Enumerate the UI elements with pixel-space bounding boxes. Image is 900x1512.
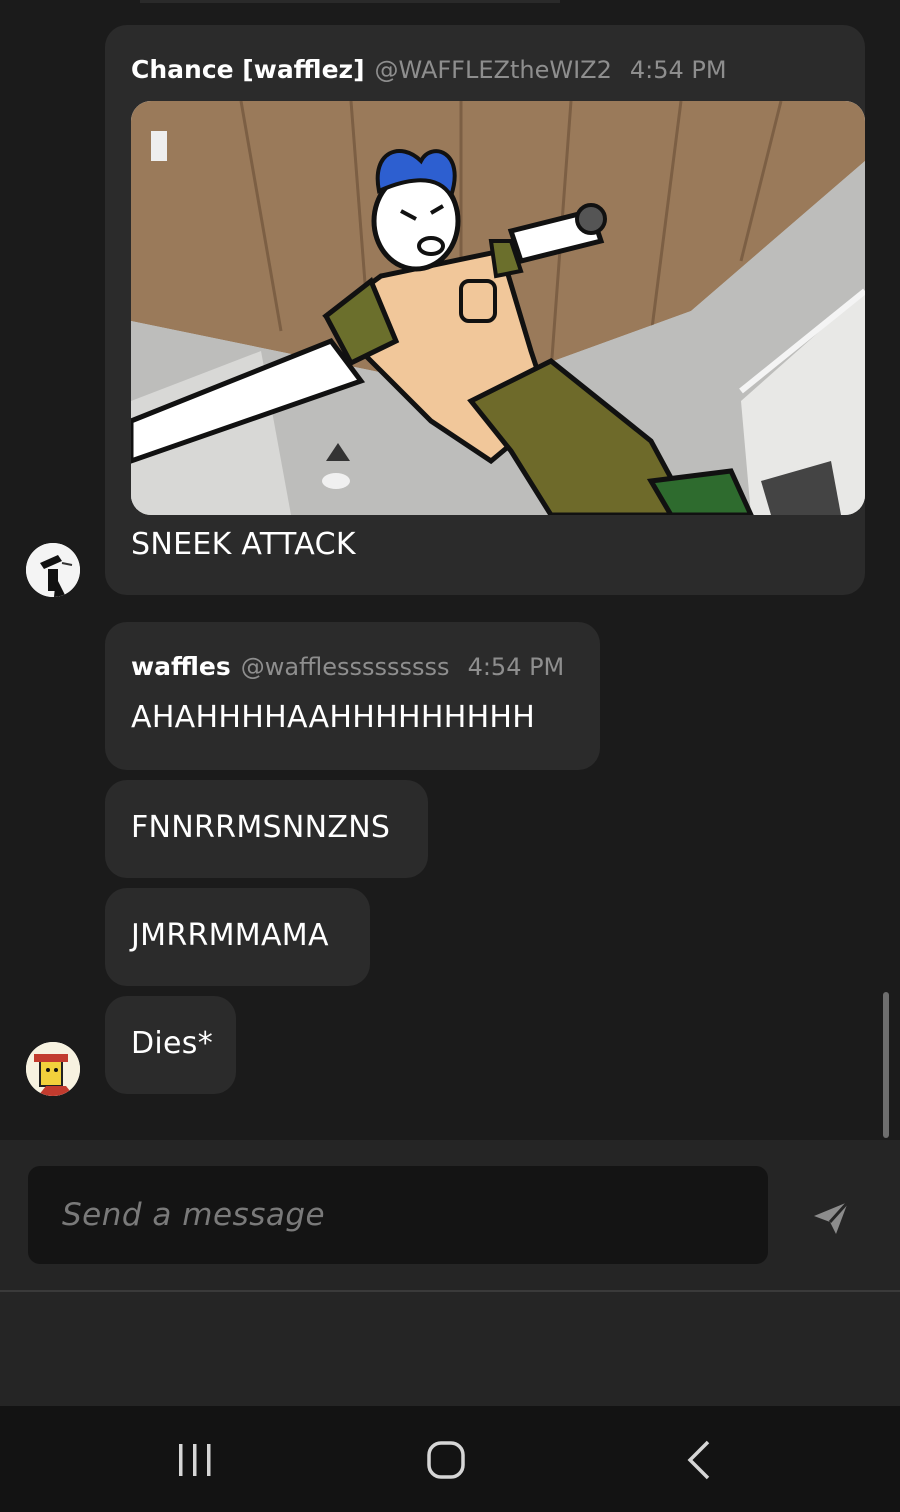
send-icon [814,1200,850,1234]
back-icon [687,1440,710,1480]
message-text: SNEEK ATTACK [131,527,356,562]
home-button[interactable] [416,1436,476,1484]
back-button[interactable] [668,1436,728,1484]
image-attachment[interactable] [131,101,865,515]
divider [140,0,560,3]
avatar[interactable] [26,1042,80,1096]
avatar[interactable] [26,543,80,597]
chat-messages: Chance [wafflez] @WAFFLEZtheWIZ2 4:54 PM [0,0,900,1140]
message-time: 4:54 PM [629,56,727,84]
recent-apps-button[interactable] [165,1436,225,1484]
message-time: 4:54 PM [467,653,565,681]
author-name[interactable]: Chance [wafflez] [131,55,365,84]
message-text: FNNRRMSNNZNS [131,810,391,845]
attachment-image [131,101,865,515]
message-text: AHAHHHHAAHHHHHHHHH [131,700,536,735]
message-header: Chance [wafflez] @WAFFLEZtheWIZ2 4:54 PM [131,55,727,84]
message-bubble[interactable]: FNNRRMSNNZNS [105,780,428,878]
input-placeholder: Send a message [62,1197,326,1233]
recent-apps-icon [179,1444,211,1476]
message-input[interactable]: Send a message [28,1166,768,1264]
message-bubble[interactable]: waffles @wafflesssssssss 4:54 PM AHAHHHHAA… [105,622,600,770]
message-text: JMRRMMAMA [131,918,329,953]
message-header: waffles @wafflesssssssss 4:54 PM [131,652,564,681]
message-bubble[interactable]: JMRRMMAMA [105,888,370,986]
keyboard-spacer [0,1292,900,1406]
avatar-image [26,1042,80,1096]
scrollbar[interactable] [883,992,889,1138]
system-navbar [0,1406,900,1512]
home-icon [427,1441,465,1479]
send-button[interactable] [806,1198,854,1238]
author-name[interactable]: waffles [131,652,231,681]
message-bubble[interactable]: Chance [wafflez] @WAFFLEZtheWIZ2 4:54 PM [105,25,865,595]
author-handle: @wafflesssssssss [240,653,450,681]
avatar-image [26,543,80,597]
message-composer: Send a message [0,1140,900,1292]
author-handle: @WAFFLEZtheWIZ2 [374,56,612,84]
message-text: Dies* [131,1026,214,1061]
message-bubble[interactable]: Dies* [105,996,236,1094]
